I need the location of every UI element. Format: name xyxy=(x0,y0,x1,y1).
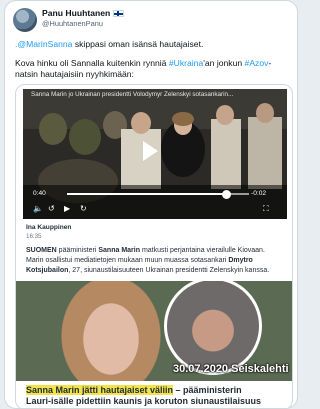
article-name: Dmytro xyxy=(228,257,253,264)
tweet-text-span: 'an jonkun xyxy=(203,58,245,68)
article-text: Marin osallistui mediatietojen mukaan mu… xyxy=(26,257,229,264)
video-player[interactable]: Sanna Marin jo Ukrainan presidentti Volo… xyxy=(23,89,287,219)
hashtag-ukraina[interactable]: #Ukraina xyxy=(169,58,203,68)
article-line-3: Kotsjubailon, 27, siunaustilaisuuteen Uk… xyxy=(26,266,269,276)
video-title-overlay: Sanna Marin jo Ukrainan presidentti Volo… xyxy=(31,91,234,98)
article-name: Sanna Marin xyxy=(98,247,140,254)
time-elapsed: 0:40 xyxy=(33,190,46,197)
portrait-man-inset xyxy=(164,281,262,375)
article-time: 16:35 xyxy=(26,233,42,240)
tweet-text-span: Kova hinku oli Sannalla kuitenkin rynniä xyxy=(15,58,169,68)
play-icon[interactable]: ▶ xyxy=(64,204,70,214)
rewind-10-icon[interactable]: ↺ xyxy=(48,204,55,214)
headline-line-2: Lauri-isälle pidettiin kaunis ja koruton… xyxy=(26,396,262,406)
tweet-text-line-2: Kova hinku oli Sannalla kuitenkin rynniä… xyxy=(15,58,271,69)
image-caption: 30.07.2020 Seiskalehti xyxy=(173,363,289,375)
tweet-text-span: - xyxy=(268,58,272,68)
speaker-icon[interactable]: 🔈 xyxy=(33,204,43,214)
fullscreen-icon[interactable]: ⛶ xyxy=(263,204,269,214)
embedded-screenshot[interactable]: Sanna Marin jo Ukrainan presidentti Volo… xyxy=(15,84,293,408)
article-text: matkusti perjantaina vierailulle Kiovaan… xyxy=(140,247,265,254)
finnish-flag-icon xyxy=(113,9,125,17)
headline-line-1: Sanna Marin jätti hautajaiset väliin – p… xyxy=(26,385,261,396)
article-headline[interactable]: Sanna Marin jätti hautajaiset väliin – p… xyxy=(26,385,261,407)
author-handle[interactable]: @HuuhtanenPanu xyxy=(42,19,103,28)
article-line-2: Marin osallistui mediatietojen mukaan mu… xyxy=(26,256,269,266)
seek-progress xyxy=(67,193,228,195)
time-remaining: -0:02 xyxy=(251,190,267,197)
portrait-woman xyxy=(56,281,166,381)
article-text: pääministeri xyxy=(56,247,99,254)
avatar[interactable] xyxy=(13,8,37,32)
author-name[interactable]: Panu Huuhtanen xyxy=(42,8,110,18)
tweet-text-line-3: natsin hautajaisiin nyyhkimään: xyxy=(15,69,134,79)
article-name: Kotsjubailon xyxy=(26,267,69,274)
play-overlay-icon[interactable] xyxy=(143,141,158,161)
article-lead-word: SUOMEN xyxy=(26,247,57,254)
mention-link[interactable]: .@MarinSanna xyxy=(15,39,72,49)
seek-bar[interactable] xyxy=(67,189,249,199)
author-row: Panu Huuhtanen xyxy=(42,8,125,18)
article-body: SUOMEN pääministeri Sanna Marin matkusti… xyxy=(26,246,269,276)
article-image: 30.07.2020 Seiskalehti xyxy=(16,281,292,381)
forward-10-icon[interactable]: ↻ xyxy=(80,204,87,214)
article-line-1: SUOMEN pääministeri Sanna Marin matkusti… xyxy=(26,246,269,256)
tweet-card: Panu Huuhtanen @HuuhtanenPanu .@MarinSan… xyxy=(4,0,298,409)
tweet-text-span: skippasi oman isänsä hautajaiset. xyxy=(72,39,204,49)
headline-text: – pääministerin xyxy=(173,385,242,395)
tweet-text-line-1: .@MarinSanna skippasi oman isänsä hautaj… xyxy=(15,39,203,50)
hashtag-azov[interactable]: #Azov xyxy=(245,58,269,68)
seek-handle[interactable] xyxy=(222,189,231,199)
article-author: Ina Kauppinen xyxy=(26,224,72,231)
article-text: , 27, siunaustilaisuuteen Ukrainan presi… xyxy=(68,267,270,274)
headline-highlight: Sanna Marin jätti hautajaiset väliin xyxy=(26,385,174,395)
